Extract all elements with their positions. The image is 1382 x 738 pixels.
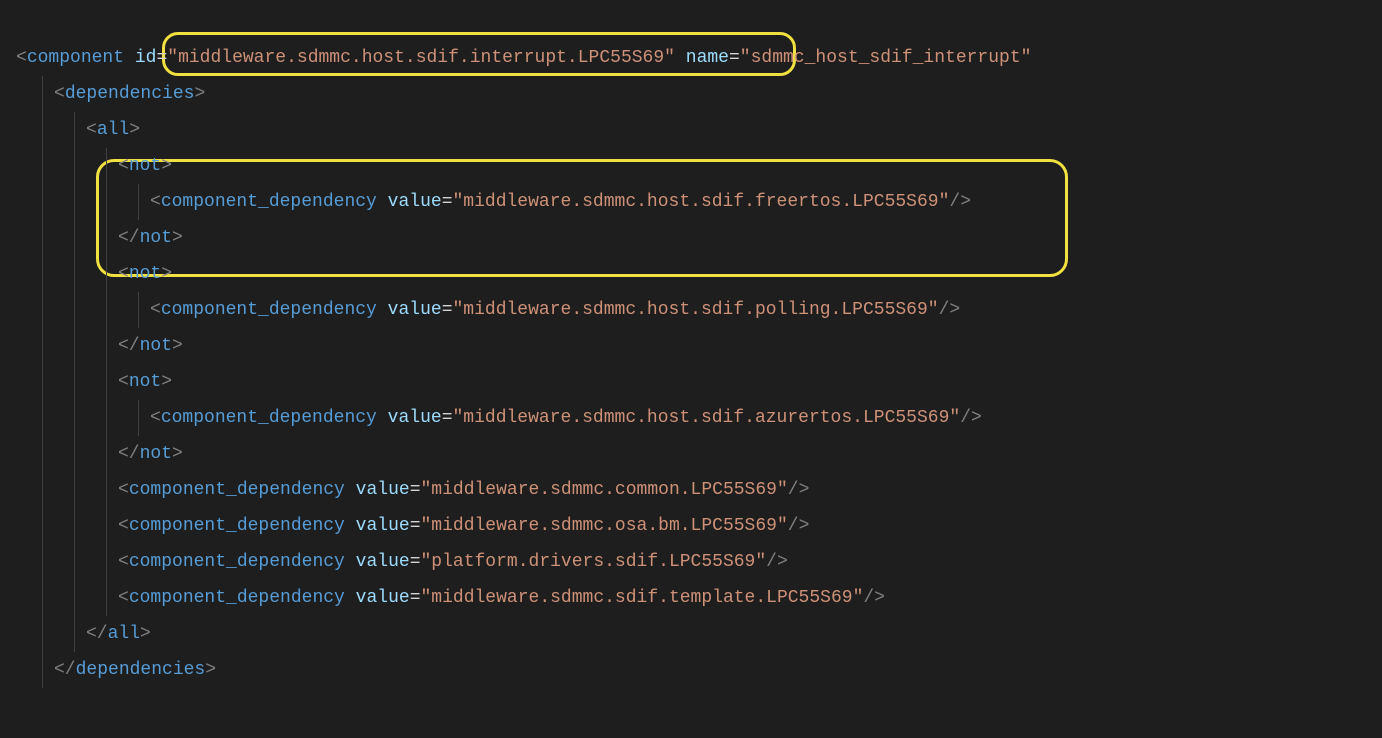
xml-tag-not: not — [129, 156, 161, 176]
xml-closetag-dependencies: dependencies — [76, 660, 206, 680]
xml-attr-value: value — [356, 516, 410, 536]
xml-bracket: < — [16, 48, 27, 68]
code-line: </not> — [16, 328, 1366, 364]
xml-dep-value: "middleware.sdmmc.sdif.template.LPC55S69… — [421, 588, 864, 608]
code-line: <component_dependency value="middleware.… — [16, 400, 1366, 436]
xml-attr-value: value — [388, 408, 442, 428]
code-line: <component id="middleware.sdmmc.host.sdi… — [16, 40, 1366, 76]
xml-tag-component: component — [27, 48, 124, 68]
xml-attr-value: value — [356, 480, 410, 500]
xml-closetag-not: not — [140, 336, 172, 356]
xml-dep-value: "middleware.sdmmc.common.LPC55S69" — [421, 480, 788, 500]
code-line: </not> — [16, 220, 1366, 256]
code-line: </not> — [16, 436, 1366, 472]
xml-attr-value: value — [388, 300, 442, 320]
xml-attr-value: value — [388, 192, 442, 212]
xml-attr-id: id — [135, 48, 157, 68]
xml-tag-component-dependency: component_dependency — [161, 192, 377, 212]
code-line: </all> — [16, 616, 1366, 652]
code-line: <component_dependency value="middleware.… — [16, 472, 1366, 508]
code-line: <component_dependency value="middleware.… — [16, 292, 1366, 328]
code-line: <component_dependency value="middleware.… — [16, 508, 1366, 544]
code-line: <component_dependency value="platform.dr… — [16, 544, 1366, 580]
xml-tag-dependencies: dependencies — [65, 84, 195, 104]
code-line: <not> — [16, 364, 1366, 400]
xml-dep-value: "middleware.sdmmc.host.sdif.azurertos.LP… — [453, 408, 961, 428]
code-line: </dependencies> — [16, 652, 1366, 688]
code-line: <not> — [16, 148, 1366, 184]
xml-closetag-not: not — [140, 228, 172, 248]
xml-value-id: "middleware.sdmmc.host.sdif.interrupt.LP… — [167, 48, 675, 68]
xml-tag-component-dependency: component_dependency — [129, 552, 345, 572]
code-line: <dependencies> — [16, 76, 1366, 112]
xml-tag-not: not — [129, 372, 161, 392]
xml-dep-value: "middleware.sdmmc.osa.bm.LPC55S69" — [421, 516, 788, 536]
code-block: <component id="middleware.sdmmc.host.sdi… — [16, 40, 1366, 688]
xml-closetag-not: not — [140, 444, 172, 464]
code-line: <component_dependency value="middleware.… — [16, 184, 1366, 220]
xml-value-name: "sdmmc_host_sdif_interrupt" — [740, 48, 1032, 68]
xml-tag-component-dependency: component_dependency — [161, 300, 377, 320]
xml-tag-component-dependency: component_dependency — [161, 408, 377, 428]
code-line: <not> — [16, 256, 1366, 292]
code-line: <component_dependency value="middleware.… — [16, 580, 1366, 616]
xml-tag-all: all — [97, 120, 129, 140]
xml-tag-component-dependency: component_dependency — [129, 480, 345, 500]
xml-tag-component-dependency: component_dependency — [129, 516, 345, 536]
xml-dep-value: "middleware.sdmmc.host.sdif.polling.LPC5… — [453, 300, 939, 320]
xml-attr-name: name — [686, 48, 729, 68]
xml-dep-value: "platform.drivers.sdif.LPC55S69" — [421, 552, 767, 572]
xml-tag-component-dependency: component_dependency — [129, 588, 345, 608]
xml-tag-not: not — [129, 264, 161, 284]
xml-attr-value: value — [356, 588, 410, 608]
xml-dep-value: "middleware.sdmmc.host.sdif.freertos.LPC… — [453, 192, 950, 212]
xml-attr-value: value — [356, 552, 410, 572]
code-line: <all> — [16, 112, 1366, 148]
xml-closetag-all: all — [108, 624, 140, 644]
